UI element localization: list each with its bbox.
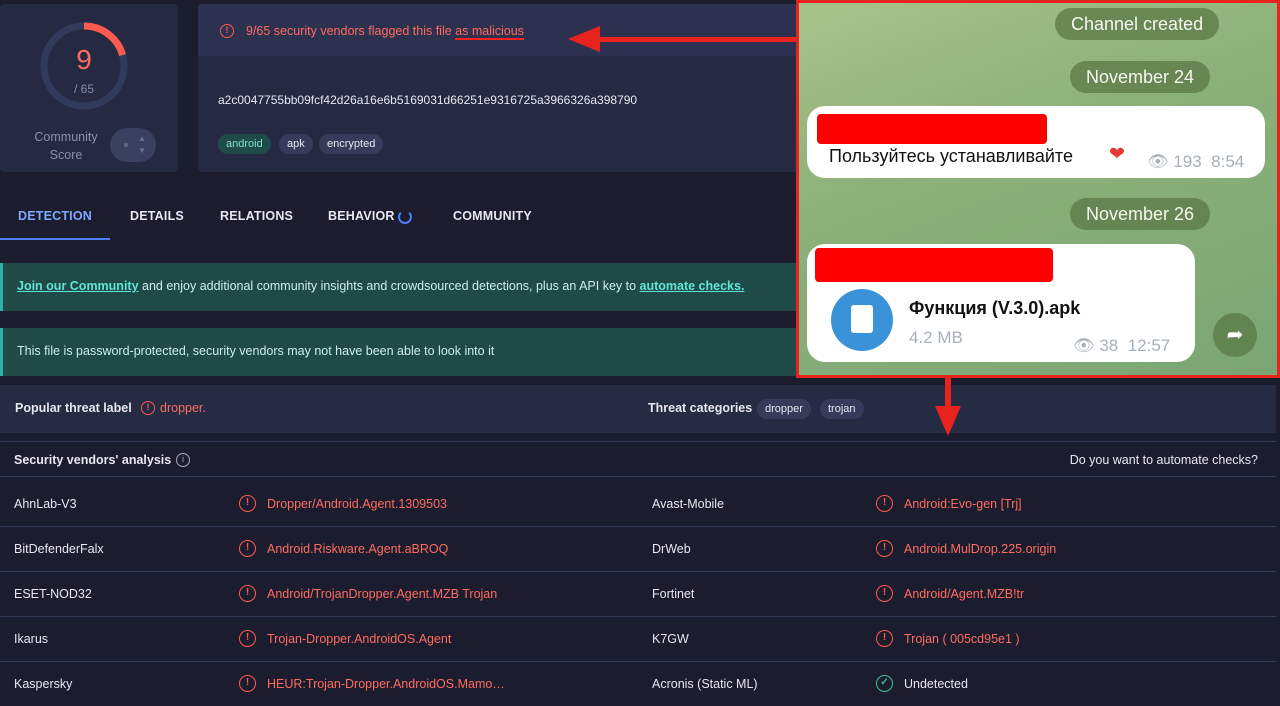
vendor-result: Android:Evo-gen [Trj] <box>904 497 1022 511</box>
tab-detection[interactable]: DETECTION <box>0 196 110 240</box>
community-banner: Join our Community and enjoy additional … <box>0 263 798 311</box>
report-tabs: DETECTION DETAILS RELATIONS BEHAVIOR COM… <box>0 196 798 240</box>
vendor-name[interactable]: AhnLab-V3 <box>14 497 77 511</box>
file-hash[interactable]: a2c0047755bb09fcf42d26a16e6b5169031d6625… <box>218 93 637 107</box>
malicious-emphasis: as malicious <box>455 24 524 38</box>
tab-community[interactable]: COMMUNITY <box>453 196 532 240</box>
date-pill-nov24: November 24 <box>1070 61 1211 93</box>
category-trojan[interactable]: trojan <box>820 399 864 419</box>
vendor-name[interactable]: DrWeb <box>652 542 691 556</box>
threat-categories-title: Threat categories <box>648 401 753 415</box>
date-pill-nov26: November 26 <box>1070 198 1211 230</box>
alert-icon: ! <box>239 675 256 692</box>
file-size: 4.2 MB <box>909 328 963 347</box>
threat-label-value: dropper. <box>160 401 206 415</box>
redaction-box <box>817 114 1047 144</box>
vendor-row: ESET-NOD32! Android/TrojanDropper.Agent.M… <box>0 572 1276 617</box>
detection-count: 9 <box>76 44 92 75</box>
tab-behavior[interactable]: BEHAVIOR <box>328 196 412 240</box>
redaction-box <box>815 248 1053 282</box>
vendor-name[interactable]: Fortinet <box>652 587 694 601</box>
vendor-result: Trojan ( 005cd95e1 ) <box>904 632 1020 646</box>
file-name: Функция (V.3.0).apk <box>909 298 1081 318</box>
vendor-name[interactable]: Avast-Mobile <box>652 497 724 511</box>
join-community-link[interactable]: Join our Community <box>17 279 139 293</box>
share-forward-icon[interactable]: ➦ <box>1213 313 1257 357</box>
chat-message: Пользуйтесь устанавливайте ❤ 👁 193 8:54 <box>807 106 1265 178</box>
tag-android[interactable]: android <box>218 134 271 154</box>
alert-icon: ! <box>239 630 256 647</box>
message-meta: 👁 193 8:54 <box>1147 152 1245 171</box>
tab-details[interactable]: DETAILS <box>130 196 184 240</box>
malicious-flag-bar: ! 9/65 security vendors flagged this fil… <box>198 4 818 56</box>
detection-score-card: 9 / 65 Community Score ▲ ▼ <box>0 4 178 172</box>
vendor-name[interactable]: Acronis (Static ML) <box>652 677 758 691</box>
alert-icon: ! <box>239 585 256 602</box>
vendor-result: Android/TrojanDropper.Agent.MZB Trojan <box>267 587 498 601</box>
automate-checks-question[interactable]: Do you want to automate checks? <box>1070 453 1258 467</box>
info-icon[interactable]: i <box>176 453 190 467</box>
threat-summary-row: Popular threat label ! dropper. Threat c… <box>0 385 1276 433</box>
vendor-name[interactable]: Kaspersky <box>14 677 72 691</box>
alert-icon: ! <box>876 630 893 647</box>
message-meta: 👁 38 12:57 <box>1073 336 1171 355</box>
vendor-result: Android/Agent.MZB!tr <box>904 587 1025 601</box>
alert-icon: ! <box>239 495 256 512</box>
annotation-arrowhead-left <box>568 26 600 52</box>
automate-checks-link[interactable]: automate checks. <box>640 279 745 293</box>
date-pill-channel-created: Channel created <box>1055 8 1220 40</box>
annotation-arrow-left <box>598 37 798 42</box>
message-text: Пользуйтесь устанавливайте <box>829 146 1073 166</box>
file-summary-panel: ! 9/65 security vendors flagged this fil… <box>198 4 818 172</box>
vendor-result: Trojan-Dropper.AndroidOS.Agent <box>267 632 452 646</box>
chat-file-message: Функция (V.3.0).apk 4.2 MB 👁 38 12:57 <box>807 244 1195 362</box>
vendor-name[interactable]: K7GW <box>652 632 689 646</box>
password-protected-banner: This file is password-protected, securit… <box>0 328 798 376</box>
chevron-up-icon: ▲ <box>138 134 146 143</box>
vendor-row: Ikarus! Trojan-Dropper.AndroidOS.Agent K7G… <box>0 617 1276 662</box>
alert-icon: ! <box>239 540 256 557</box>
alert-icon: ! <box>220 24 234 38</box>
community-vote-toggle[interactable]: ▲ ▼ <box>110 128 156 162</box>
alert-icon: ! <box>876 495 893 512</box>
vendor-result: Undetected <box>904 677 968 691</box>
vendors-header: Security vendors' analysis i Do you want… <box>0 441 1276 477</box>
tab-relations[interactable]: RELATIONS <box>220 196 293 240</box>
malicious-flag-text: 9/65 security vendors flagged this file … <box>246 24 524 38</box>
tag-apk[interactable]: apk <box>279 134 313 154</box>
vendor-row: Kaspersky! HEUR:Trojan-Dropper.AndroidOS.… <box>0 662 1276 706</box>
eye-icon: 👁 <box>1073 336 1095 355</box>
tag-encrypted[interactable]: encrypted <box>319 134 384 154</box>
vendors-title: Security vendors' analysis <box>14 453 172 467</box>
annotation-arrow-down <box>945 378 951 408</box>
vendor-row: BitDefenderFalx! Android.Riskware.Agent.a… <box>0 527 1276 572</box>
file-icon <box>851 305 873 333</box>
vendor-row: AhnLab-V3! Dropper/Android.Agent.1309503 A… <box>0 482 1276 527</box>
vendor-result: Android.Riskware.Agent.aBROQ <box>267 542 449 556</box>
vendor-name[interactable]: BitDefenderFalx <box>14 542 104 556</box>
vendor-name[interactable]: Ikarus <box>14 632 48 646</box>
alert-icon: ! <box>141 401 155 415</box>
alert-icon: ! <box>876 540 893 557</box>
eye-icon: 👁 <box>1147 152 1169 171</box>
category-dropper[interactable]: dropper <box>757 399 811 419</box>
vendor-table: AhnLab-V3! Dropper/Android.Agent.1309503 A… <box>0 482 1276 706</box>
check-icon: ✓ <box>876 675 893 692</box>
annotation-arrowhead-down <box>935 406 961 436</box>
detection-total: / 65 <box>73 82 94 96</box>
vendor-result: Android.MulDrop.225.origin <box>904 542 1057 556</box>
vendor-name[interactable]: ESET-NOD32 <box>14 587 92 601</box>
loading-spinner-icon <box>398 210 412 224</box>
chevron-down-icon: ▼ <box>138 146 146 155</box>
alert-icon: ! <box>876 585 893 602</box>
heart-emoji-icon: ❤ <box>1109 144 1125 165</box>
vendor-result: Dropper/Android.Agent.1309503 <box>267 497 447 511</box>
threat-label-title: Popular threat label <box>15 401 132 415</box>
vendor-result: HEUR:Trojan-Dropper.AndroidOS.Mamo… <box>267 677 505 691</box>
community-score-label: Community Score <box>34 130 98 162</box>
telegram-screenshot-overlay: Channel created November 24 Пользуйтесь … <box>796 0 1280 378</box>
dot-icon <box>124 143 128 147</box>
